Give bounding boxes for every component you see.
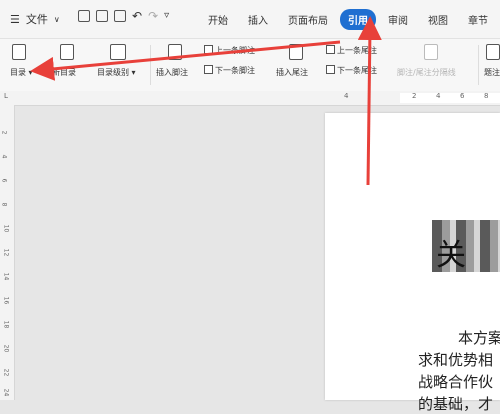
arrow-to-toc-button bbox=[30, 40, 341, 81]
annotation-arrows bbox=[30, 16, 382, 186]
arrow-to-references-tab bbox=[357, 16, 382, 186]
